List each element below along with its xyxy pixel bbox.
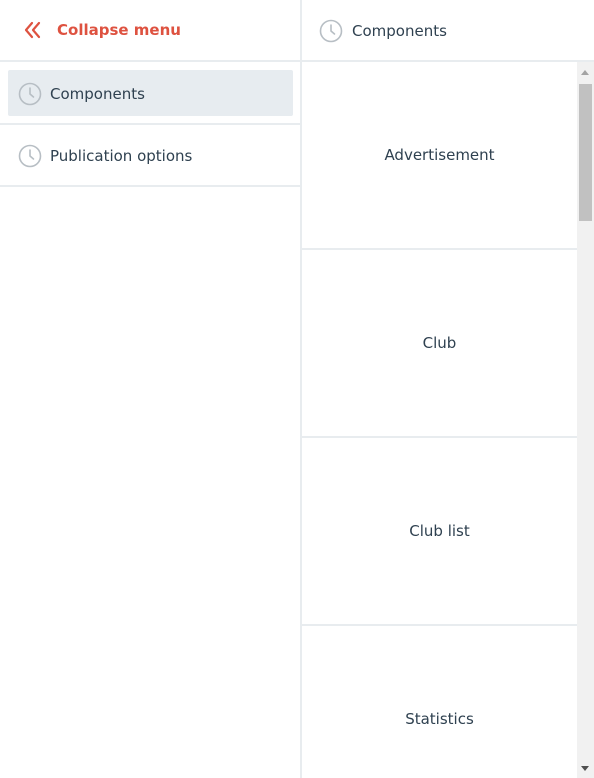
clock-icon [319, 19, 343, 43]
sidebar-item-label: Publication options [50, 147, 193, 165]
scroll-up-arrow-icon[interactable] [581, 70, 589, 75]
component-list: Advertisement Club Club list Statistics [302, 62, 577, 778]
component-tile-club[interactable]: Club [302, 250, 577, 438]
panel-title: Components [352, 22, 447, 40]
component-tile-statistics[interactable]: Statistics [302, 626, 577, 778]
vertical-scrollbar[interactable] [577, 62, 594, 778]
sidebar-item-components[interactable]: Components [0, 63, 300, 125]
double-chevron-left-icon [24, 21, 41, 39]
scrollbar-thumb[interactable] [579, 84, 592, 221]
sidebar-item-publication-options[interactable]: Publication options [0, 125, 300, 187]
sidebar: Collapse menu Components Publication opt… [0, 0, 300, 778]
collapse-menu-button[interactable]: Collapse menu [0, 0, 300, 62]
clock-icon [18, 82, 42, 106]
component-tile-club-list[interactable]: Club list [302, 438, 577, 626]
clock-icon [18, 144, 42, 168]
panel-header: Components [302, 0, 594, 62]
component-tile-advertisement[interactable]: Advertisement [302, 62, 577, 250]
components-panel: Components Advertisement Club Club list … [302, 0, 594, 778]
collapse-menu-label: Collapse menu [57, 21, 181, 39]
scroll-down-arrow-icon[interactable] [581, 766, 589, 771]
sidebar-item-label: Components [50, 85, 145, 103]
